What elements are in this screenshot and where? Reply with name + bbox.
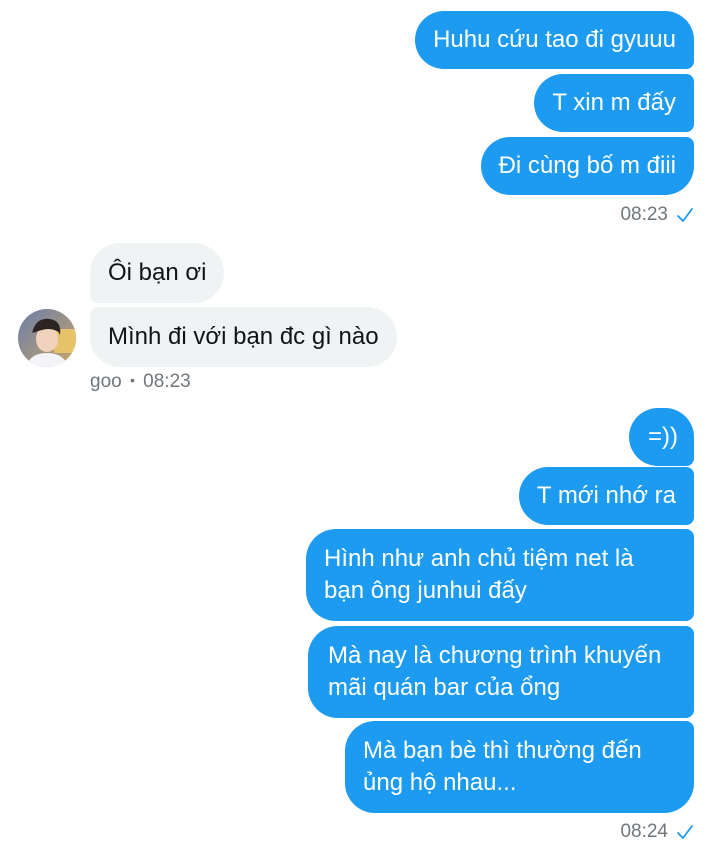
check-icon xyxy=(676,207,694,223)
message-bubble[interactable]: T xin m đấy xyxy=(534,74,694,132)
message-bubble[interactable]: T mới nhớ ra xyxy=(518,467,694,525)
message-time: 08:23 xyxy=(143,371,191,392)
message-bubble[interactable]: =)) xyxy=(629,408,694,466)
message-bubble[interactable]: Ôi bạn ơi xyxy=(90,243,225,303)
message-meta: goo • 08:23 xyxy=(90,368,191,394)
message-bubble[interactable]: Hình như anh chủ tiệm net là bạn ông jun… xyxy=(306,529,694,621)
message-bubble[interactable]: Huhu cứu tao đi gyuuu xyxy=(415,11,694,69)
message-meta: 08:24 xyxy=(620,820,694,844)
sender-name: goo xyxy=(90,371,122,392)
message-bubble[interactable]: Mình đi với bạn đc gì nào xyxy=(90,307,397,367)
message-time: 08:24 xyxy=(620,821,668,842)
check-icon xyxy=(676,824,694,840)
meta-separator: • xyxy=(129,372,135,388)
conversation: Huhu cứu tao đi gyuuu T xin m đấy Đi cùn… xyxy=(0,0,720,854)
message-time: 08:23 xyxy=(620,204,668,225)
message-meta: 08:23 xyxy=(620,203,694,227)
avatar[interactable] xyxy=(18,309,76,367)
message-bubble[interactable]: Mà bạn bè thì thường đến ủng hộ nhau... xyxy=(345,721,694,813)
message-bubble[interactable]: Đi cùng bố m điii xyxy=(480,137,694,195)
message-bubble[interactable]: Mà nay là chương trình khuyến mãi quán b… xyxy=(308,626,694,718)
